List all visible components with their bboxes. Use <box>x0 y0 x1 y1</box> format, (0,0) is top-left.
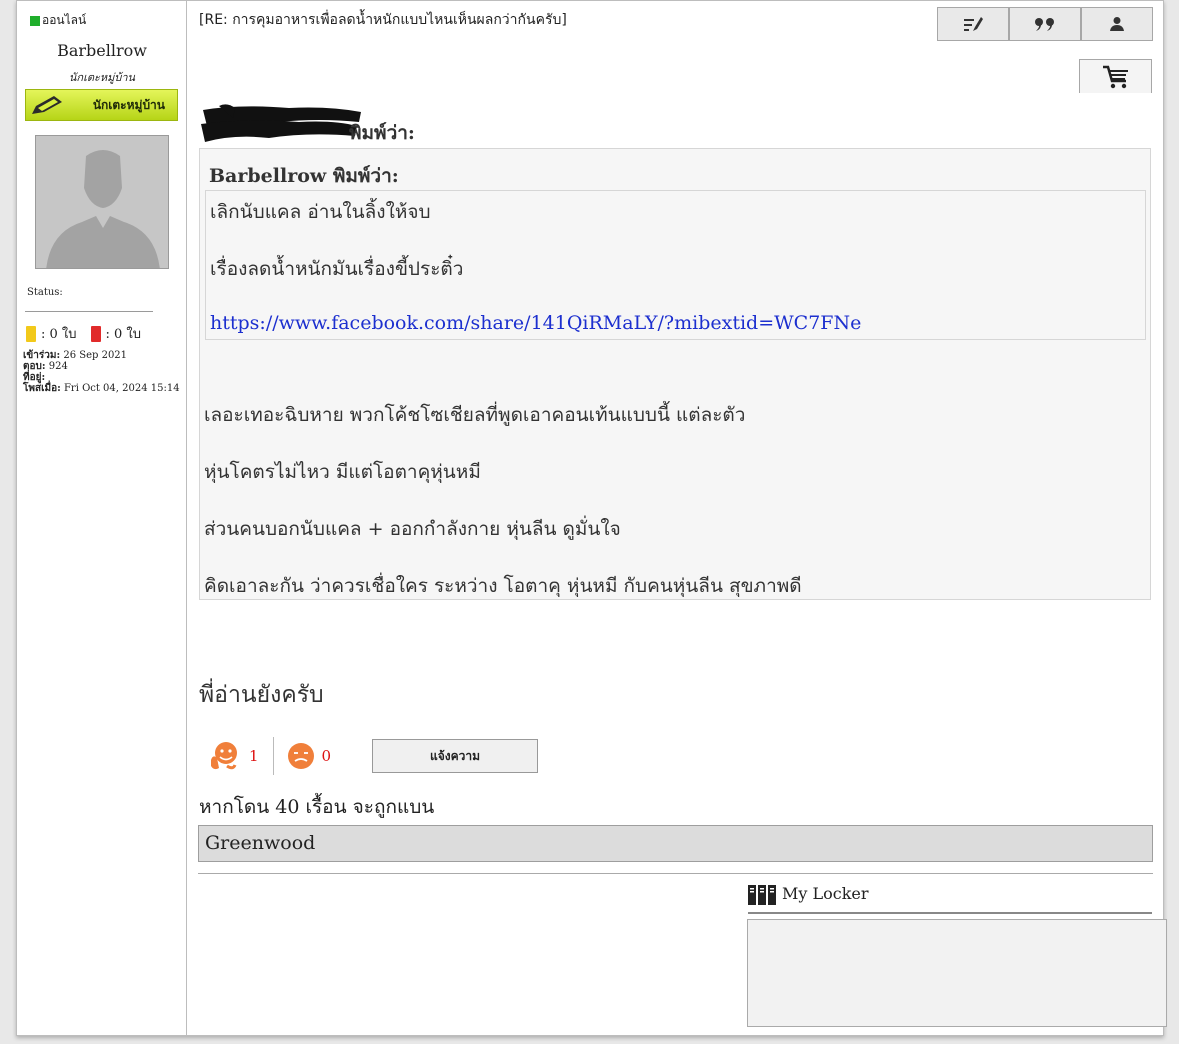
card-counts: : 0 ใบ : 0 ใบ <box>26 323 141 344</box>
reaction-divider <box>272 737 274 775</box>
posted-label: โพสเมื่อ: <box>23 383 61 394</box>
pencil-icon <box>32 96 62 114</box>
posted-value: Fri Oct 04, 2024 15:14 <box>63 383 180 394</box>
avatar[interactable] <box>35 135 169 269</box>
post-toolbar <box>937 7 1153 41</box>
user-sidebar: ออนไลน์ Barbellrow นักเตะหมู่บ้าน นักเตะ… <box>17 1 187 1035</box>
online-dot-icon <box>30 15 40 26</box>
locker-header: My Locker <box>748 884 1152 914</box>
outer-quote-line: คิดเอาละกัน ว่าควรเชื่อใคร ระหว่าง โอตาค… <box>204 575 802 597</box>
post-title: [RE: การคุมอาหารเพื่อลดน้ำหนักแบบไหนเห็น… <box>199 12 567 28</box>
posts-label: ตอบ: <box>23 361 46 372</box>
joined-label: เข้าร่วม: <box>23 350 61 361</box>
sidebar-divider <box>25 311 153 312</box>
joined-value: 26 Sep 2021 <box>63 350 128 361</box>
status-label: Status: <box>27 287 63 298</box>
cart-button[interactable] <box>1079 59 1152 93</box>
rank-badge: นักเตะหมู่บ้าน <box>25 89 178 121</box>
inner-quote-author: Barbellrow พิมพ์ว่า: <box>209 165 399 187</box>
online-status: ออนไลน์ <box>30 11 86 30</box>
posts-value: 924 <box>48 361 68 372</box>
location-label: ที่อยู่: <box>23 372 46 383</box>
ban-notice: หากโดน 40 เรื้อน จะถูกแบน <box>199 796 435 818</box>
edit-button[interactable] <box>937 7 1009 41</box>
cart-icon <box>1102 65 1128 88</box>
inner-quote-box: เลิกนับแคล อ่านในลิ้งให้จบ เรื่องลดน้ำหน… <box>205 190 1146 340</box>
redacted-name <box>201 104 361 142</box>
signature: Greenwood <box>198 825 1153 862</box>
locker-label: My Locker <box>782 884 869 903</box>
default-avatar-icon <box>36 136 168 268</box>
locker-box <box>747 919 1167 1027</box>
edit-icon <box>964 17 983 31</box>
yellow-card-count: : 0 ใบ <box>41 327 77 342</box>
outer-quote-box: Barbellrow พิมพ์ว่า: เลิกนับแคล อ่านในลิ… <box>199 148 1151 600</box>
user-stats: เข้าร่วม: 26 Sep 2021 ตอบ: 924 ที่อยู่: … <box>23 350 180 394</box>
report-button[interactable]: แจ้งความ <box>372 739 538 773</box>
online-label: ออนไลน์ <box>42 13 87 27</box>
username[interactable]: Barbellrow <box>17 41 187 60</box>
red-card-icon <box>90 325 101 342</box>
locker-icon <box>748 885 776 905</box>
inner-quote-link[interactable]: https://www.facebook.com/share/141QiRMaL… <box>210 312 861 334</box>
profile-button[interactable] <box>1081 7 1153 41</box>
yellow-card-icon <box>26 325 36 342</box>
profile-icon <box>1110 17 1124 31</box>
reply-text: พี่อ่านยังครับ <box>199 682 324 708</box>
outer-quote-author: พิมพ์ว่า: <box>349 122 415 144</box>
user-title: นักเตะหมู่บ้าน <box>68 71 136 84</box>
outer-quote-line: หุ่นโคตรไม่ไหว มีแต่โอตาคุหุ่นหมี <box>204 461 481 483</box>
quote-button[interactable] <box>1009 7 1081 41</box>
like-icon[interactable] <box>207 738 243 774</box>
reaction-bar: 1 0 <box>207 737 345 775</box>
outer-quote: พิมพ์ว่า: Barbellrow พิมพ์ว่า: เลิกนับแค… <box>199 104 1151 600</box>
quote-icon <box>1035 18 1054 31</box>
dislike-count: 0 <box>321 747 332 765</box>
inner-quote-line: เรื่องลดน้ำหนักมันเรื่องขี้ประติ๋ว <box>210 258 464 280</box>
red-card-count: : 0 ใบ <box>105 327 142 342</box>
outer-quote-line: เลอะเทอะฉิบหาย พวกโค้ชโซเชียลที่พูดเอาคอ… <box>204 404 746 426</box>
post-body: [RE: การคุมอาหารเพื่อลดน้ำหนักแบบไหนเห็น… <box>197 1 1167 1035</box>
inner-quote-line: เลิกนับแคล อ่านในลิ้งให้จบ <box>210 201 431 223</box>
outer-quote-line: ส่วนคนบอกนับแคล + ออกกำลังกาย หุ่นลีน ดู… <box>204 518 621 540</box>
signature-divider <box>198 873 1153 874</box>
dislike-icon[interactable] <box>286 741 316 771</box>
post-frame: ออนไลน์ Barbellrow นักเตะหมู่บ้าน นักเตะ… <box>16 0 1167 1036</box>
like-count: 1 <box>249 747 259 765</box>
rank-badge-label: นักเตะหมู่บ้าน <box>92 97 165 112</box>
